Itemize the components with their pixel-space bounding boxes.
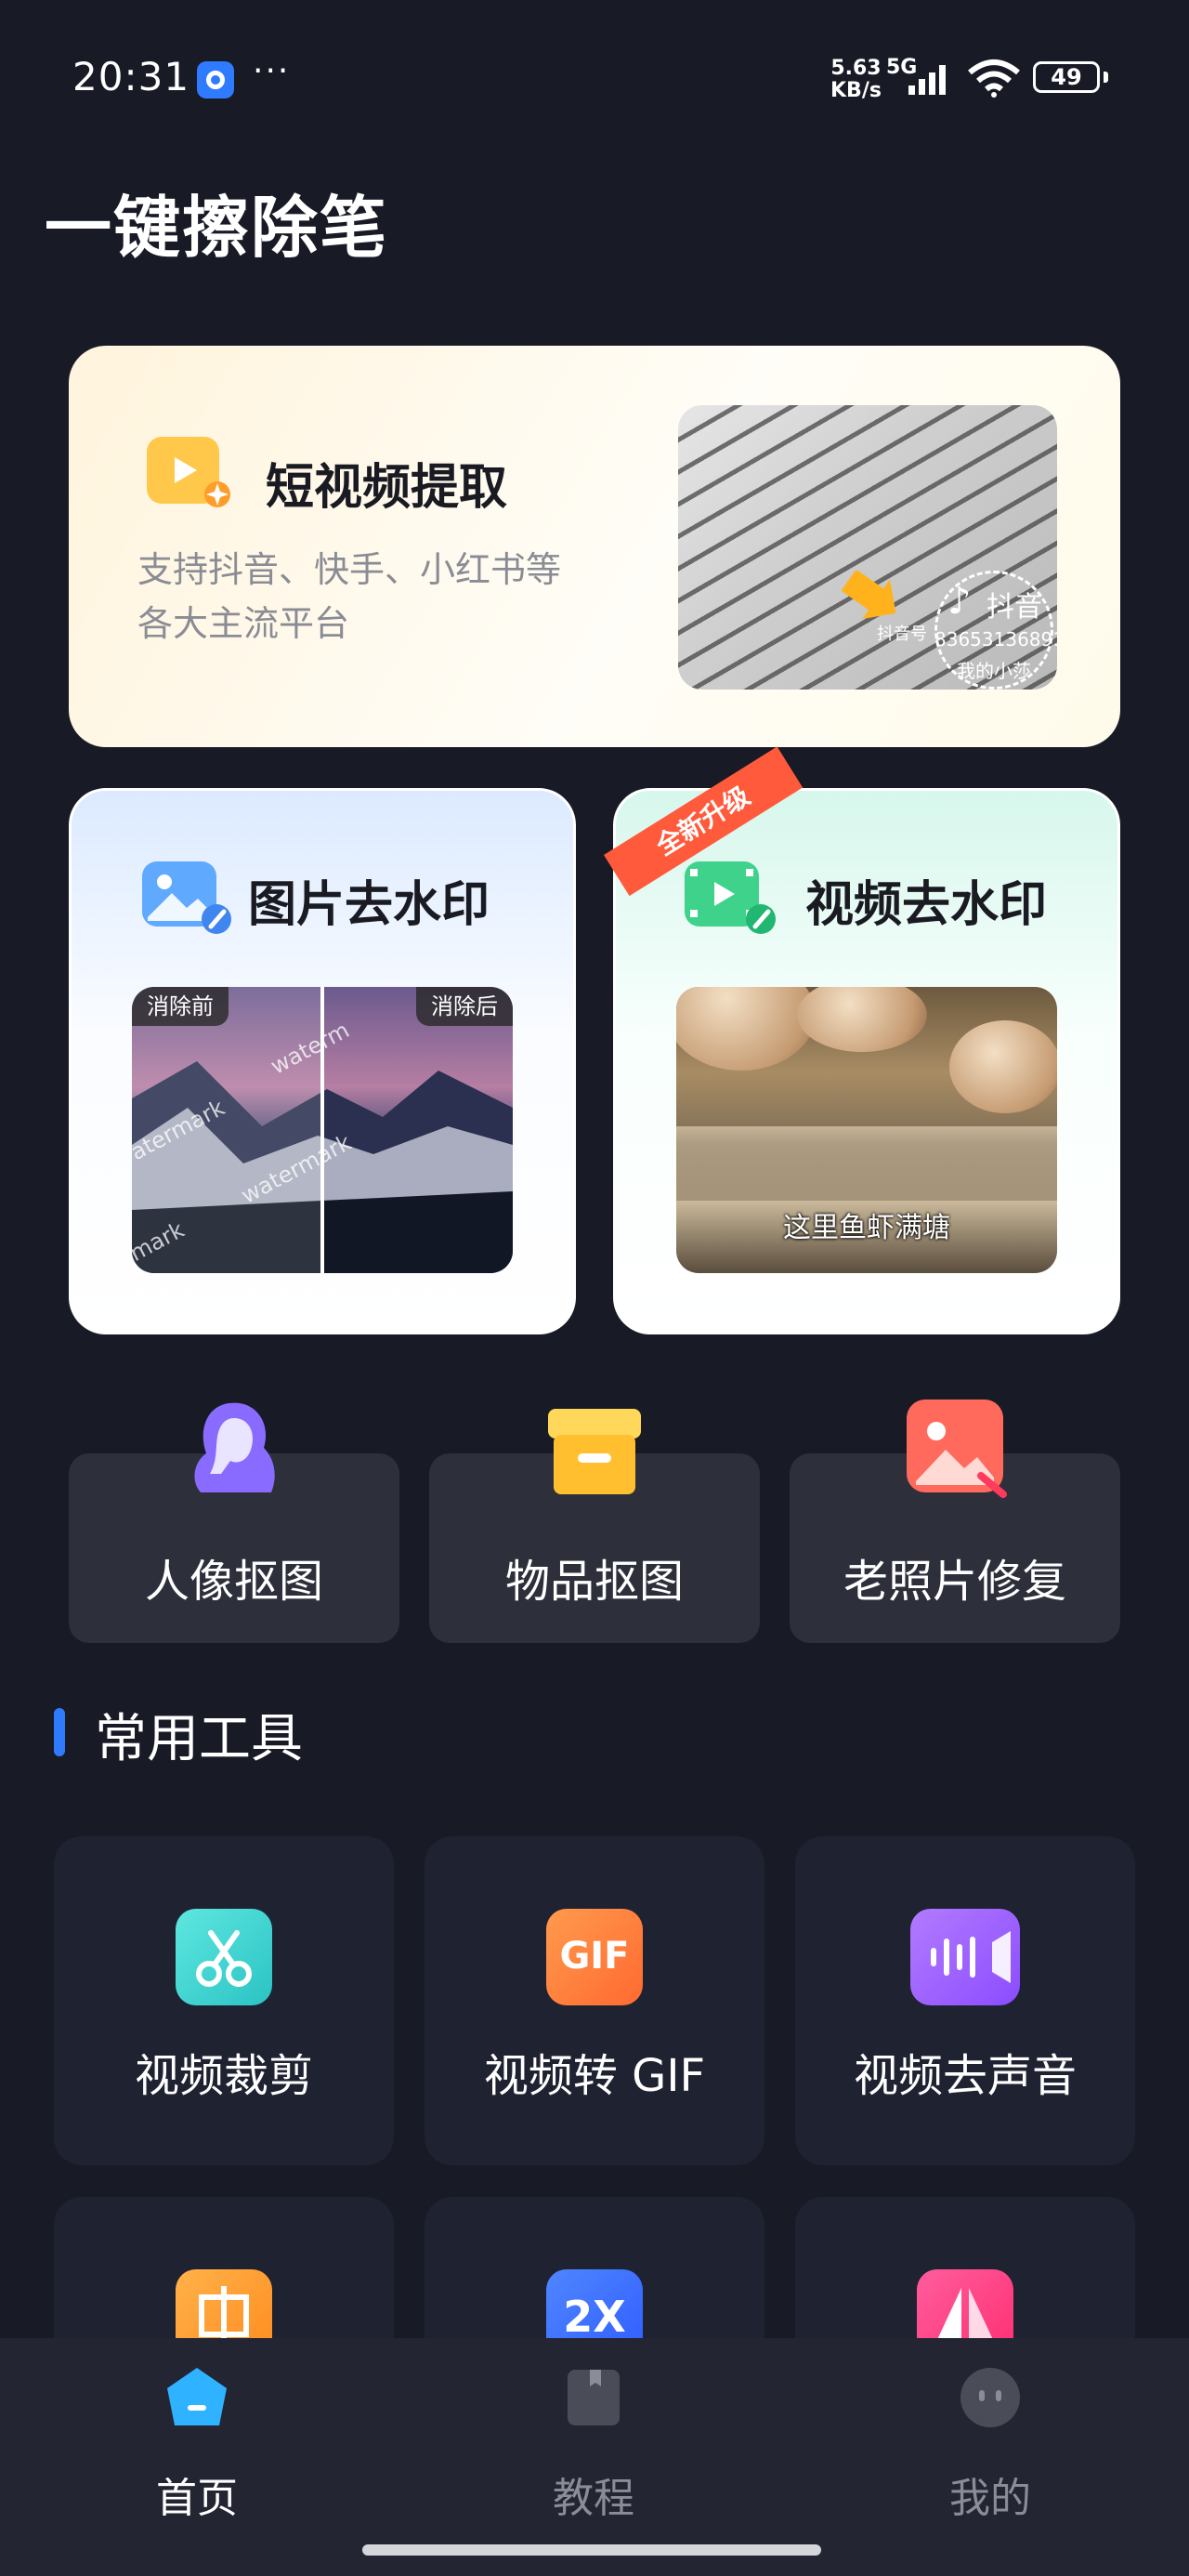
nav-tutorial[interactable]: 教程: [454, 2338, 733, 2524]
battery-tip: [1104, 72, 1108, 83]
gif-icon: GIF: [546, 1909, 643, 2005]
home-indicator[interactable]: [362, 2544, 821, 2556]
image-watermark-title: 图片去水印: [248, 877, 490, 933]
video-to-gif-label: 视频转 GIF: [483, 2050, 706, 2102]
short-video-title: 短视频提取: [266, 460, 508, 516]
battery-indicator: 49: [1033, 61, 1100, 93]
nav-home-label: 首页: [156, 2475, 238, 2522]
bottom-navigation: 首页 教程 我的: [0, 2338, 1189, 2576]
video-to-gif-button[interactable]: GIF 视频转 GIF: [425, 1836, 764, 2165]
photo-restore-icon: [907, 1400, 1007, 1498]
home-icon: [167, 2368, 227, 2425]
fruit-1: [676, 987, 816, 1071]
wifi-icon: [968, 59, 1020, 98]
before-tag: 消除前: [132, 987, 229, 1026]
object-cutout-label: 物品抠图: [504, 1556, 684, 1608]
video-watermark-icon: [685, 861, 776, 934]
douyin-brand: 抖音: [986, 591, 1042, 624]
page-title: 一键擦除笔: [45, 189, 389, 267]
douyin-logo-icon: ♪: [947, 580, 972, 623]
section-title: 常用工具: [95, 1709, 303, 1769]
video-mute-button[interactable]: 视频去声音: [795, 1836, 1135, 2165]
mute-video-icon: [910, 1909, 1020, 2005]
scissors-icon: [176, 1909, 272, 2005]
douyin-id-label: 抖音号: [877, 624, 927, 644]
fruit-3: [949, 1020, 1057, 1113]
short-video-thumbnail: 抖音号 ♪ 抖音 83653136891 我的小莎: [678, 405, 1057, 690]
nav-profile-label: 我的: [949, 2475, 1031, 2522]
object-cutout-button[interactable]: 物品抠图: [429, 1409, 760, 1643]
portrait-cutout-label: 人像抠图: [144, 1556, 323, 1608]
fruit-2: [797, 987, 927, 1052]
speed-icon-text: 2X: [563, 2292, 626, 2342]
short-video-subtitle-line1: 支持抖音、快手、小红书等: [137, 549, 562, 590]
video-extract-icon: [147, 437, 230, 507]
photo-restore-button[interactable]: 老照片修复: [790, 1400, 1120, 1643]
section-accent-bar: [54, 1708, 65, 1756]
network-speed-unit: KB/s: [830, 79, 882, 102]
object-cutout-icon: [548, 1409, 641, 1494]
nav-tutorial-label: 教程: [553, 2475, 634, 2522]
gif-icon-text: GIF: [559, 1935, 630, 1978]
douyin-search-text: 我的小莎: [957, 660, 1031, 682]
video-caption: 这里鱼虾满塘: [783, 1212, 950, 1244]
video-trim-label: 视频裁剪: [134, 2050, 313, 2102]
network-speed-value: 5.63: [830, 57, 882, 80]
portrait-cutout-icon: [194, 1402, 275, 1492]
video-thumbnail: 这里鱼虾满塘: [676, 987, 1057, 1273]
photo-restore-label: 老照片修复: [843, 1556, 1066, 1608]
status-more-icon: ···: [253, 52, 291, 90]
video-trim-button[interactable]: 视频裁剪: [54, 1836, 394, 2165]
image-watermark-icon: [142, 861, 231, 934]
signal-icon: [908, 65, 946, 95]
video-watermark-title: 视频去水印: [805, 877, 1048, 933]
profile-icon: [960, 2368, 1020, 2427]
video-mute-label: 视频去声音: [853, 2050, 1077, 2102]
nav-profile[interactable]: 我的: [851, 2338, 1130, 2524]
network-speed: 5.63 KB/s: [830, 58, 882, 102]
notification-app-icon: [197, 61, 234, 99]
status-time: 20:31: [72, 54, 190, 99]
portrait-cutout-button[interactable]: 人像抠图: [69, 1402, 399, 1643]
douyin-id: 83653136891: [934, 628, 1057, 651]
after-tag: 消除后: [416, 987, 513, 1026]
water-reflection: [676, 1126, 1057, 1201]
arrow-icon: [841, 571, 896, 620]
short-video-subtitle-line2: 各大主流平台: [137, 603, 350, 644]
nav-home[interactable]: 首页: [58, 2338, 336, 2524]
before-after-thumbnail: 消除前 消除后 waterm atermark watermark mark: [132, 987, 513, 1273]
tutorial-book-icon: [568, 2370, 620, 2425]
